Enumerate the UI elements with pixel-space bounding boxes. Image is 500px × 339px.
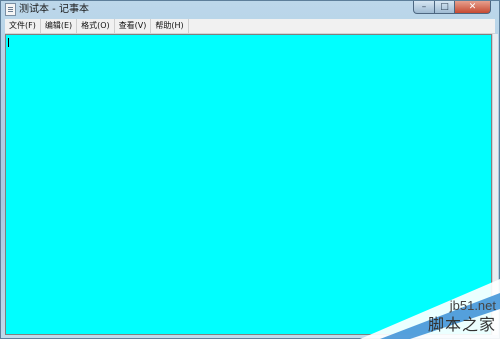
menu-format[interactable]: 格式(O) [77, 19, 115, 33]
menu-file[interactable]: 文件(F) [5, 19, 41, 33]
menu-help[interactable]: 帮助(H) [151, 19, 189, 33]
minimize-button[interactable]: – [413, 1, 435, 14]
text-caret [8, 38, 9, 47]
watermark-name: 脚本之家 [427, 315, 496, 334]
window-controls: – □ ✕ [413, 1, 491, 15]
menu-edit[interactable]: 编辑(E) [41, 19, 78, 33]
menu-bar: 文件(F) 编辑(E) 格式(O) 查看(V) 帮助(H) [5, 19, 495, 34]
notepad-icon[interactable] [5, 3, 16, 16]
window-title: 测试本 - 记事本 [19, 4, 89, 15]
maximize-button[interactable]: □ [435, 1, 455, 14]
menu-view[interactable]: 查看(V) [115, 19, 152, 33]
close-button[interactable]: ✕ [455, 1, 491, 14]
watermark: jb51.net 脚本之家 [350, 279, 500, 339]
title-bar[interactable]: 测试本 - 记事本 – □ ✕ [1, 1, 499, 19]
